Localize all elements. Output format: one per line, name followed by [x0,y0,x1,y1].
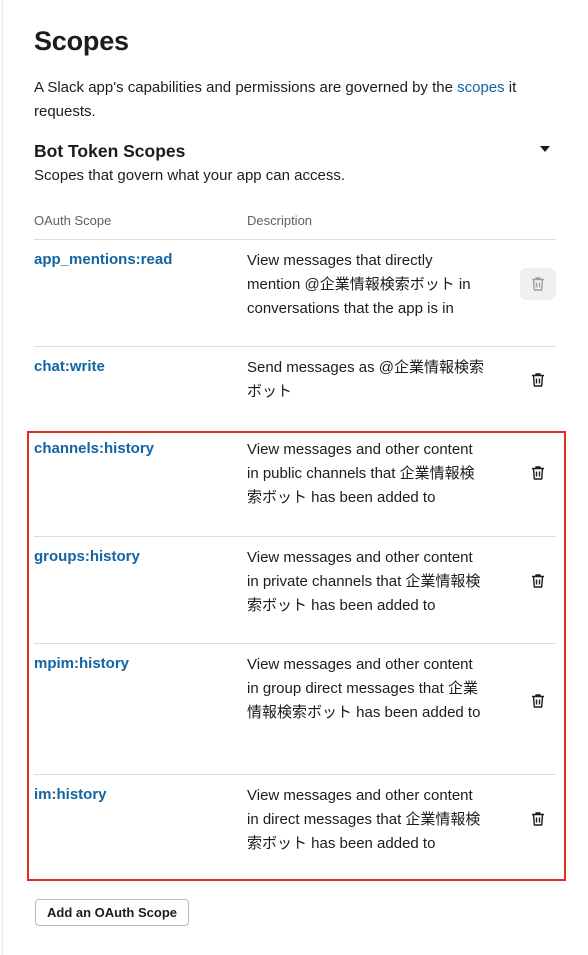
remove-scope-button[interactable] [520,268,556,300]
caret-down-icon[interactable] [540,146,550,152]
scopes-link[interactable]: scopes [457,79,505,96]
remove-scope-button[interactable] [520,364,556,396]
scope-description: View messages and other content in group… [247,656,481,721]
scope-description: Send messages as @企業情報検索ボット [247,359,484,400]
remove-scope-button[interactable] [520,685,556,717]
intro-prefix: A Slack app's capabilities and permissio… [34,79,458,96]
scope-row: app_mentions:read View messages that dir… [34,239,556,346]
remove-scope-button[interactable] [520,803,556,835]
trash-icon [532,574,544,588]
section-subtitle: Scopes that govern what your app can acc… [34,167,346,184]
trash-icon [532,277,544,291]
page-title: Scopes [34,26,129,56]
scope-row: chat:write Send messages as @企業情報検索ボット [34,346,556,429]
scope-name[interactable]: chat:write [34,358,105,375]
trash-icon [532,466,544,480]
intro-text: A Slack app's capabilities and permissio… [34,76,544,124]
trash-icon [532,373,544,387]
trash-icon [532,812,544,826]
remove-scope-button[interactable] [520,457,556,489]
trash-icon [532,694,544,708]
scope-description: View messages and other content in direc… [247,787,481,852]
scope-name[interactable]: groups:history [34,548,140,565]
scope-description: View messages that directly mention @企業情… [247,252,471,317]
scope-row: mpim:history View messages and other con… [34,643,556,775]
scope-row: channels:history View messages and other… [34,429,556,536]
add-oauth-scope-button[interactable]: Add an OAuth Scope [35,899,189,926]
scope-description: View messages and other content in publi… [247,441,475,506]
scope-name[interactable]: mpim:history [34,655,129,672]
scope-name[interactable]: channels:history [34,440,154,457]
remove-scope-button[interactable] [520,565,556,597]
scope-name[interactable]: app_mentions:read [34,251,172,268]
left-divider [2,0,3,955]
scope-row: groups:history View messages and other c… [34,536,556,644]
column-header-scope: OAuth Scope [34,213,112,228]
scope-description: View messages and other content in priva… [247,549,481,614]
section-title: Bot Token Scopes [34,141,186,161]
scope-row: im:history View messages and other conte… [34,774,556,878]
column-header-description: Description [247,213,313,228]
scope-name[interactable]: im:history [34,786,107,803]
